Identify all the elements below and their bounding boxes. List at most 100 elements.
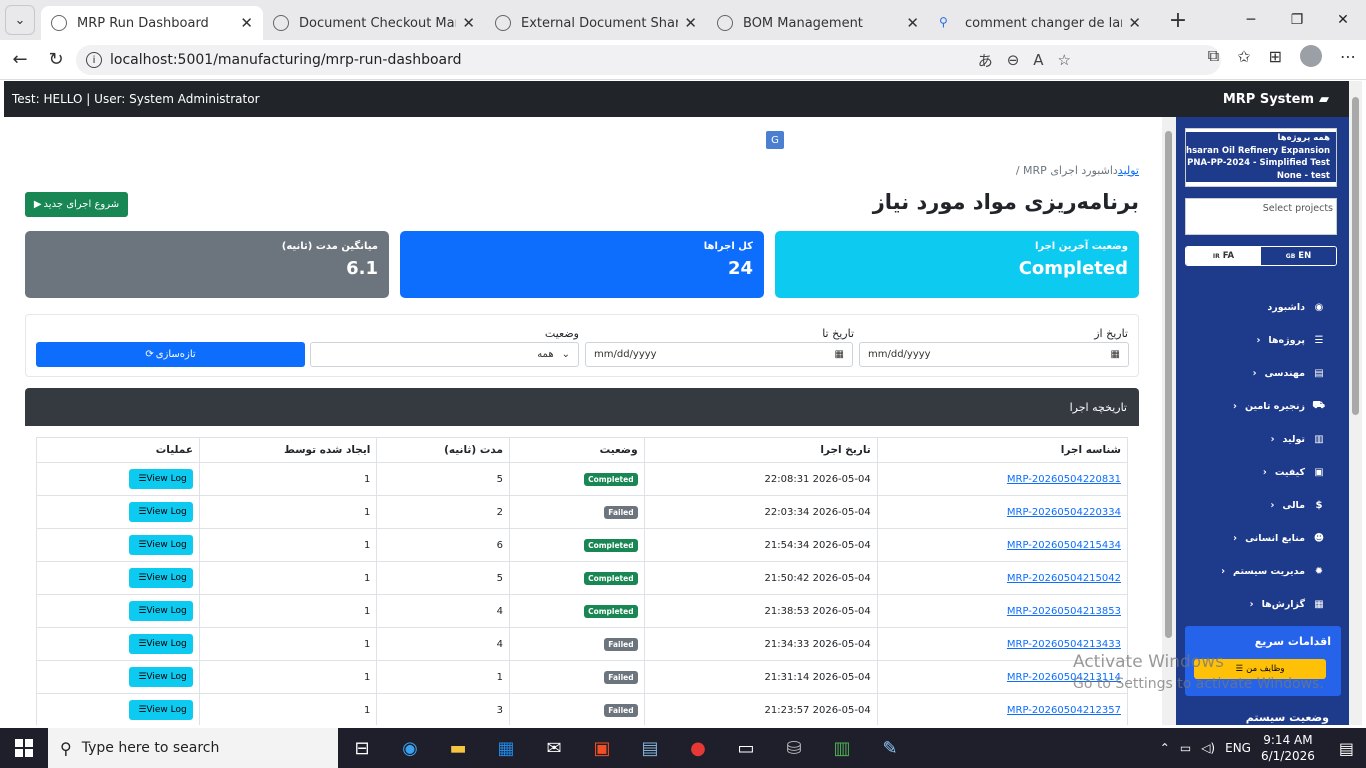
date-from-label: تاریخ از [1094, 327, 1128, 340]
project-option[interactable]: None - test [1186, 169, 1336, 182]
sidebar-item[interactable]: ☰ پروژه‌ها ‹ [1176, 324, 1325, 357]
minimize-button[interactable]: ─ [1228, 0, 1274, 40]
extensions-icon[interactable]: ⧉ [1208, 46, 1219, 66]
project-select-input[interactable]: Select projects [1185, 198, 1337, 235]
clock[interactable]: 9:14 AM 6/1/2026 [1261, 732, 1315, 764]
browser-tab[interactable]: BOM Management ✕ [707, 6, 929, 40]
maximize-button[interactable]: ❐ [1274, 0, 1320, 40]
view-log-button[interactable]: View Log ☰ [129, 535, 193, 555]
start-button[interactable] [0, 728, 48, 768]
view-log-button[interactable]: View Log ☰ [129, 568, 193, 588]
card-label: میانگین مدت (ثانیه) [281, 241, 378, 252]
tab-close-icon[interactable]: ✕ [240, 14, 253, 32]
chevron-up-icon[interactable]: ⌃ [1160, 741, 1170, 755]
project-listbox[interactable]: همه پروژه‌ها chsaran Oil Refinery Expans… [1185, 128, 1337, 187]
favorites-icon[interactable]: ✩ [1237, 47, 1250, 66]
sidebar-item[interactable]: ☻ منابع انسانی ‹ [1176, 522, 1325, 555]
browser-tab[interactable]: ⚲ comment changer de langue s ✕ [929, 6, 1151, 40]
status-select[interactable]: همه ⌄ [310, 342, 579, 367]
sidebar-item[interactable]: ◉ داشبورد [1176, 291, 1325, 324]
notifications-icon[interactable]: ▤ [1339, 739, 1354, 758]
project-option[interactable]: chsaran Oil Refinery Expansion [1186, 144, 1336, 157]
browser-tab[interactable]: Document Checkout Managem ✕ [263, 6, 485, 40]
browser-tab[interactable]: External Document Sharing ✕ [485, 6, 707, 40]
date-to-input[interactable]: mm/dd/yyyy ▦ [585, 342, 853, 367]
sidebar-item[interactable]: ▣ کیفیت ‹ [1176, 456, 1325, 489]
profile-avatar[interactable] [1300, 45, 1322, 67]
view-log-button[interactable]: View Log ☰ [129, 469, 193, 489]
view-log-button[interactable]: View Log ☰ [129, 634, 193, 654]
store-icon[interactable]: ▣ [578, 728, 626, 768]
run-id-link[interactable]: MRP-20260504215434 [1007, 540, 1121, 551]
run-id-link[interactable]: MRP-20260504212357 [1007, 705, 1121, 716]
user-info-text: Test: HELLO | User: System Administrator [12, 92, 260, 106]
refresh-button[interactable]: ⟳ تازه‌سازی [36, 342, 305, 367]
zoom-icon[interactable]: ⊖ [1007, 51, 1020, 69]
url-field[interactable]: i localhost:5001/manufacturing/mrp-run-d… [76, 45, 1221, 75]
translate-icon[interactable]: あ [978, 50, 993, 71]
view-log-button[interactable]: View Log ☰ [129, 700, 193, 720]
sidebar-item[interactable]: $ مالی ‹ [1176, 489, 1325, 522]
edge-browser-icon[interactable]: ◉ [386, 728, 434, 768]
sidebar-item[interactable]: ▥ تولید ‹ [1176, 423, 1325, 456]
read-aloud-icon[interactable]: A [1033, 51, 1043, 69]
news-app-icon[interactable]: ▦ [482, 728, 530, 768]
collections-icon[interactable]: ⊞ [1269, 47, 1282, 66]
file-explorer-icon[interactable]: ▬ [434, 728, 482, 768]
volume-icon[interactable]: ◁) [1201, 741, 1215, 755]
run-id-link[interactable]: MRP-20260504215042 [1007, 573, 1121, 584]
translate-icon[interactable]: G [766, 131, 784, 149]
chrome-icon[interactable]: ● [674, 728, 722, 768]
task-view-icon[interactable]: ⊟ [338, 728, 386, 768]
new-run-button[interactable]: ▶ شروع اجرای جدید [25, 192, 128, 217]
sidebar-item[interactable]: ⛟ زنجیره تامین ‹ [1176, 390, 1325, 423]
app-viewport: Test: HELLO | User: System Administrator… [4, 81, 1349, 725]
project-option[interactable]: همه پروژه‌ها [1186, 132, 1336, 145]
taskbar-search[interactable]: ⚲ Type here to search [48, 728, 338, 768]
reload-icon[interactable]: ↻ [38, 49, 74, 70]
browser-tab-active[interactable]: MRP Run Dashboard ✕ [41, 6, 263, 40]
more-menu-icon[interactable]: ⋯ [1340, 47, 1356, 66]
date-from-input[interactable]: mm/dd/yyyy ▦ [859, 342, 1129, 367]
tab-close-icon[interactable]: ✕ [462, 14, 475, 32]
main-scrollbar[interactable] [1162, 117, 1176, 725]
tab-actions-menu-button[interactable]: ⌄ [5, 5, 35, 35]
sidebar-item[interactable]: ▦ گزارش‌ها ‹ [1176, 588, 1325, 621]
lang-fa-button[interactable]: IR FA [1186, 247, 1261, 265]
run-id-link[interactable]: MRP-20260504213433 [1007, 639, 1121, 650]
sidebar-item[interactable]: ✹ مدیریت سیستم ‹ [1176, 555, 1325, 588]
view-log-button[interactable]: View Log ☰ [129, 667, 193, 687]
input-language[interactable]: ENG [1225, 741, 1251, 755]
back-arrow-icon[interactable]: ← [2, 49, 38, 70]
database-icon[interactable]: ⛁ [770, 728, 818, 768]
close-window-button[interactable]: ✕ [1320, 0, 1366, 40]
run-id-link[interactable]: MRP-20260504213853 [1007, 606, 1121, 617]
breadcrumb-home-link[interactable]: تولید [1118, 164, 1139, 177]
sidebar-item[interactable]: ▤ مهندسی ‹ [1176, 357, 1325, 390]
project-option[interactable]: PNA-PP-2024 - Simplified Test [1186, 157, 1336, 170]
tab-close-icon[interactable]: ✕ [1128, 14, 1141, 32]
scrollbar-thumb[interactable] [1352, 97, 1359, 415]
new-tab-button[interactable]: + [1163, 8, 1193, 33]
tab-close-icon[interactable]: ✕ [684, 14, 697, 32]
calendar-icon[interactable]: ▦ [835, 349, 844, 360]
terminal-icon[interactable]: ▭ [722, 728, 770, 768]
page-scrollbar[interactable] [1349, 81, 1362, 725]
notepad-icon[interactable]: ▤ [626, 728, 674, 768]
run-id-link[interactable]: MRP-20260504220334 [1007, 507, 1121, 518]
spreadsheet-icon[interactable]: ▥ [818, 728, 866, 768]
view-log-button[interactable]: View Log ☰ [129, 502, 193, 522]
network-icon[interactable]: ▭ [1180, 741, 1191, 755]
paint-icon[interactable]: ✎ [866, 728, 914, 768]
calendar-icon[interactable]: ▦ [1111, 349, 1120, 360]
favorite-star-icon[interactable]: ☆ [1058, 51, 1071, 69]
col-header-status: وضعیت [508, 437, 645, 463]
view-log-button[interactable]: View Log ☰ [129, 601, 193, 621]
info-icon[interactable]: i [86, 52, 102, 68]
tab-close-icon[interactable]: ✕ [906, 14, 919, 32]
run-id-link[interactable]: MRP-20260504220831 [1007, 474, 1121, 485]
brand[interactable]: MRP System ▰ [1223, 81, 1329, 117]
scrollbar-thumb[interactable] [1165, 131, 1172, 638]
lang-en-button[interactable]: GB EN [1261, 247, 1336, 265]
mail-icon[interactable]: ✉ [530, 728, 578, 768]
